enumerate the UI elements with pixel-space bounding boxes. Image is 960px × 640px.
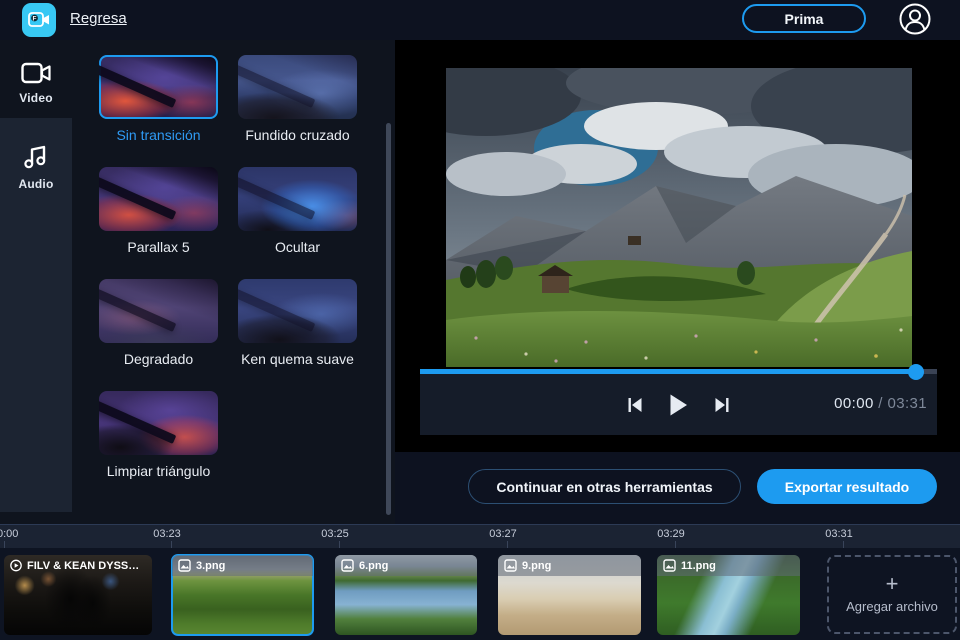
sidebar-tab-audio[interactable]: Audio [0, 132, 72, 202]
svg-text:F: F [33, 15, 37, 22]
transition-degradado[interactable]: Degradado [99, 279, 218, 367]
transition-label: Degradado [99, 351, 218, 367]
clip-name: 6.png [359, 560, 388, 572]
clip-name: 9.png [522, 560, 551, 572]
panel-scrollbar[interactable] [386, 40, 392, 524]
play-button[interactable] [667, 392, 690, 418]
next-frame-button[interactable] [712, 395, 732, 415]
ruler-timestamp: 03:25 [321, 528, 349, 540]
transitions-panel: Video Audio Sin transición Fundido cruza… [0, 40, 395, 524]
person-circle-icon [898, 2, 932, 36]
add-file-button[interactable]: + Agregar archivo [827, 555, 957, 634]
image-icon [504, 559, 517, 572]
clip-11-png[interactable]: 11.png [657, 555, 800, 635]
previous-frame-button[interactable] [625, 395, 645, 415]
skip-forward-icon [714, 397, 730, 413]
clip-header: 6.png [335, 555, 477, 576]
transition-thumbnail [238, 167, 357, 231]
video-tab-label: Video [19, 91, 52, 105]
transition-fundido-cruzado[interactable]: Fundido cruzado [238, 55, 357, 143]
clip-name: 11.png [681, 560, 716, 572]
ruler-timestamp: 03:31 [825, 528, 853, 540]
transition-ken-quema-suave[interactable]: Ken quema suave [238, 279, 357, 367]
prima-plan-button[interactable]: Prima [742, 4, 866, 33]
clip-header: 3.png [172, 555, 313, 576]
transition-thumbnail [99, 391, 218, 455]
music-note-icon [23, 144, 49, 170]
ruler-timestamp: 03:27 [489, 528, 517, 540]
clip-3-png[interactable]: 3.png [172, 555, 313, 635]
player-controls: 00:00 / 03:31 [420, 369, 937, 435]
transition-thumbnail [238, 55, 357, 119]
top-bar: F Regresa Prima [0, 0, 960, 40]
time-separator: / [878, 395, 883, 412]
transition-thumbnail [99, 55, 218, 119]
clip-header: FILV & KEAN DYSSO - ... [4, 555, 152, 576]
sidebar-tab-video[interactable]: Video [0, 48, 72, 118]
plus-icon: + [886, 575, 899, 593]
transition-sin-transicion[interactable]: Sin transición [99, 55, 218, 143]
mountain-landscape-frame [446, 68, 912, 367]
ruler-timestamp: 03:23 [153, 528, 181, 540]
ruler-timestamp: 03:29 [657, 528, 685, 540]
clip-9-png[interactable]: 9.png [498, 555, 641, 635]
audio-tab-label: Audio [19, 177, 54, 191]
clip-audio-track[interactable]: FILV & KEAN DYSSO - ... [4, 555, 152, 635]
transition-label: Ocultar [238, 239, 357, 255]
continue-other-tools-button[interactable]: Continuar en otras herramientas [468, 469, 741, 504]
transition-thumbnail [99, 279, 218, 343]
transition-limpiar-triangulo[interactable]: Limpiar triángulo [99, 391, 218, 479]
clip-header: 11.png [657, 555, 800, 576]
transition-parallax-5[interactable]: Parallax 5 [99, 167, 218, 255]
clip-name: FILV & KEAN DYSSO - ... [27, 560, 146, 572]
video-player: 00:00 / 03:31 [395, 40, 960, 452]
clip-name: 3.png [196, 560, 225, 572]
current-time: 00:00 [834, 395, 874, 412]
skip-back-icon [627, 397, 643, 413]
clip-6-png[interactable]: 6.png [335, 555, 477, 635]
total-time: 03:31 [887, 395, 927, 412]
video-camera-icon [21, 62, 51, 84]
transition-label: Ken quema suave [238, 351, 357, 367]
timeline-ruler[interactable]: 0:00 03:23 03:25 03:27 03:29 03:31 [0, 524, 960, 548]
image-icon [341, 559, 354, 572]
play-icon [669, 394, 688, 416]
timeline-clips-track: FILV & KEAN DYSSO - ... 3.png 6.png [0, 548, 960, 640]
transition-label: Parallax 5 [99, 239, 218, 255]
user-account-icon[interactable] [898, 2, 932, 36]
transition-thumbnail [99, 167, 218, 231]
image-icon [663, 559, 676, 572]
transition-ocultar[interactable]: Ocultar [238, 167, 357, 255]
add-file-label: Agregar archivo [846, 599, 938, 614]
ruler-timestamp: 0:00 [0, 528, 18, 540]
back-link[interactable]: Regresa [70, 10, 127, 27]
transition-label: Fundido cruzado [238, 127, 357, 143]
clip-header: 9.png [498, 555, 641, 576]
image-icon [178, 559, 191, 572]
time-display: 00:00 / 03:31 [834, 395, 927, 412]
play-circle-icon [10, 559, 22, 572]
app-logo[interactable]: F [22, 3, 56, 37]
video-camera-logo-icon: F [28, 11, 50, 29]
app-root: F Regresa Prima Video [0, 0, 960, 640]
transition-thumbnail [238, 279, 357, 343]
export-result-button[interactable]: Exportar resultado [757, 469, 937, 504]
transition-label: Limpiar triángulo [99, 463, 218, 479]
panel-scrollbar-thumb[interactable] [386, 123, 391, 515]
video-preview[interactable] [446, 68, 912, 367]
transition-label: Sin transición [99, 127, 218, 143]
